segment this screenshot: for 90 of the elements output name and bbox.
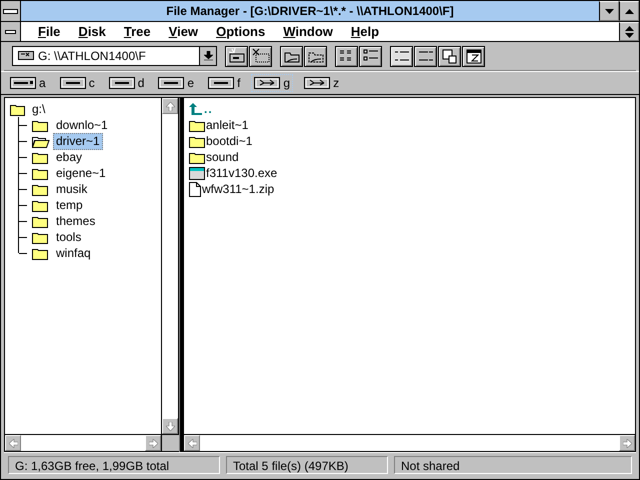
scroll-left-button[interactable] [5,435,21,451]
folder-name[interactable]: ebay [53,148,86,166]
drive-button[interactable]: f [205,74,244,92]
file-name[interactable]: sound [206,150,239,164]
disconnect-drive-icon[interactable] [249,46,272,66]
file-name[interactable]: .. [204,102,213,116]
menu-item[interactable]: Disk [69,22,115,41]
left-arrow-icon [8,438,18,448]
network-drive-icon [254,76,280,90]
right-arrow-icon [148,438,158,448]
hard-drive-icon [108,76,135,90]
maximize-button[interactable] [619,1,639,21]
file-name[interactable]: f311v130.exe [206,166,278,180]
folder-icon [32,214,50,228]
dropdown-arrow-icon [204,51,212,61]
stop-sharing-icon[interactable] [304,46,327,66]
folder-icon [189,118,205,132]
menu-item[interactable]: Tree [114,22,160,41]
folder-icon [32,198,50,212]
folder-name[interactable]: g:\ [29,100,48,118]
hard-drive-icon [208,76,234,90]
folder-name[interactable]: winfaq [53,244,94,262]
restore-button[interactable] [619,22,639,41]
status-text: Not shared [394,456,632,474]
drive-button[interactable]: c [56,74,98,92]
scroll-up-button[interactable] [162,98,178,114]
details-view-icon[interactable] [359,46,382,66]
open-folder-icon [32,134,50,148]
hard-drive-icon [60,76,86,90]
left-arrow-icon [188,438,196,448]
scroll-down-button[interactable] [162,418,178,434]
down-triangle-icon [604,8,614,14]
scroll-right-button[interactable] [619,435,635,451]
folder-name[interactable]: driver~1 [53,132,103,150]
floppy-drive-icon [10,76,36,90]
folder-icon [32,182,50,196]
drive-button[interactable]: g [251,74,294,92]
drive-button[interactable]: d [106,74,148,92]
drive-button[interactable]: a [7,74,49,92]
up-down-triangle-icon [624,26,634,38]
file-name[interactable]: wfw311~1.zip [202,182,274,196]
status-text: G: 1,63GB free, 1,99GB total [8,456,220,474]
folder-icon [189,150,205,164]
up-arrow-icon [166,102,174,110]
folder-icon [32,230,50,244]
folder-name[interactable]: themes [53,212,98,230]
file-name[interactable]: bootdi~1 [206,134,252,148]
hard-drive-icon [158,76,184,90]
scroll-right-button[interactable] [145,435,161,451]
folder-icon [189,134,205,148]
right-arrow-icon [622,438,632,448]
large-icons-view-icon[interactable] [335,46,358,66]
menu-item[interactable]: Options [207,22,274,41]
menu-item[interactable]: Help [342,22,388,41]
up-arrow-icon [189,103,203,115]
folder-icon [32,246,50,260]
menu-item[interactable]: View [160,22,208,41]
network-drive-icon [304,76,330,90]
folder-icon [32,166,50,180]
connect-drive-icon[interactable] [225,46,248,66]
menu-item[interactable]: File [29,22,70,41]
program-icon [189,166,205,180]
drive-button[interactable]: z [301,74,342,92]
share-folder-icon[interactable] [280,46,303,66]
down-arrow-icon [166,422,174,430]
menu-item[interactable]: Window [274,22,342,41]
scroll-left-button[interactable] [184,435,200,451]
folder-icon [32,118,50,132]
control-menu-button[interactable] [1,1,21,21]
up-triangle-icon [624,8,634,14]
window-title: File Manager - [G:\DRIVER~1\*.* - \\ATHLON1400\F] [165,3,455,20]
document-icon [189,182,201,196]
minimize-button[interactable] [599,1,619,21]
sort-by-name-icon[interactable] [390,46,413,66]
status-text: Total 5 file(s) (497KB) [226,456,388,474]
split-bar[interactable] [179,98,184,452]
sort-by-size-icon[interactable] [438,46,461,66]
folder-name[interactable]: tools [53,228,84,246]
drive-button[interactable]: e [155,74,198,92]
folder-name[interactable]: temp [53,196,86,214]
sort-by-date-icon[interactable] [462,46,485,66]
folder-name[interactable]: downlo~1 [53,116,111,134]
folder-icon [32,150,50,164]
folder-name[interactable]: eigene~1 [53,164,109,182]
sort-by-type-icon[interactable] [414,46,437,66]
file-name[interactable]: anleit~1 [206,118,248,132]
drive-dropdown[interactable]: G: \\ATHLON1400\F [12,46,217,66]
document-control-button[interactable] [1,22,21,41]
network-drive-icon [18,51,34,61]
folder-name[interactable]: musik [53,180,90,198]
